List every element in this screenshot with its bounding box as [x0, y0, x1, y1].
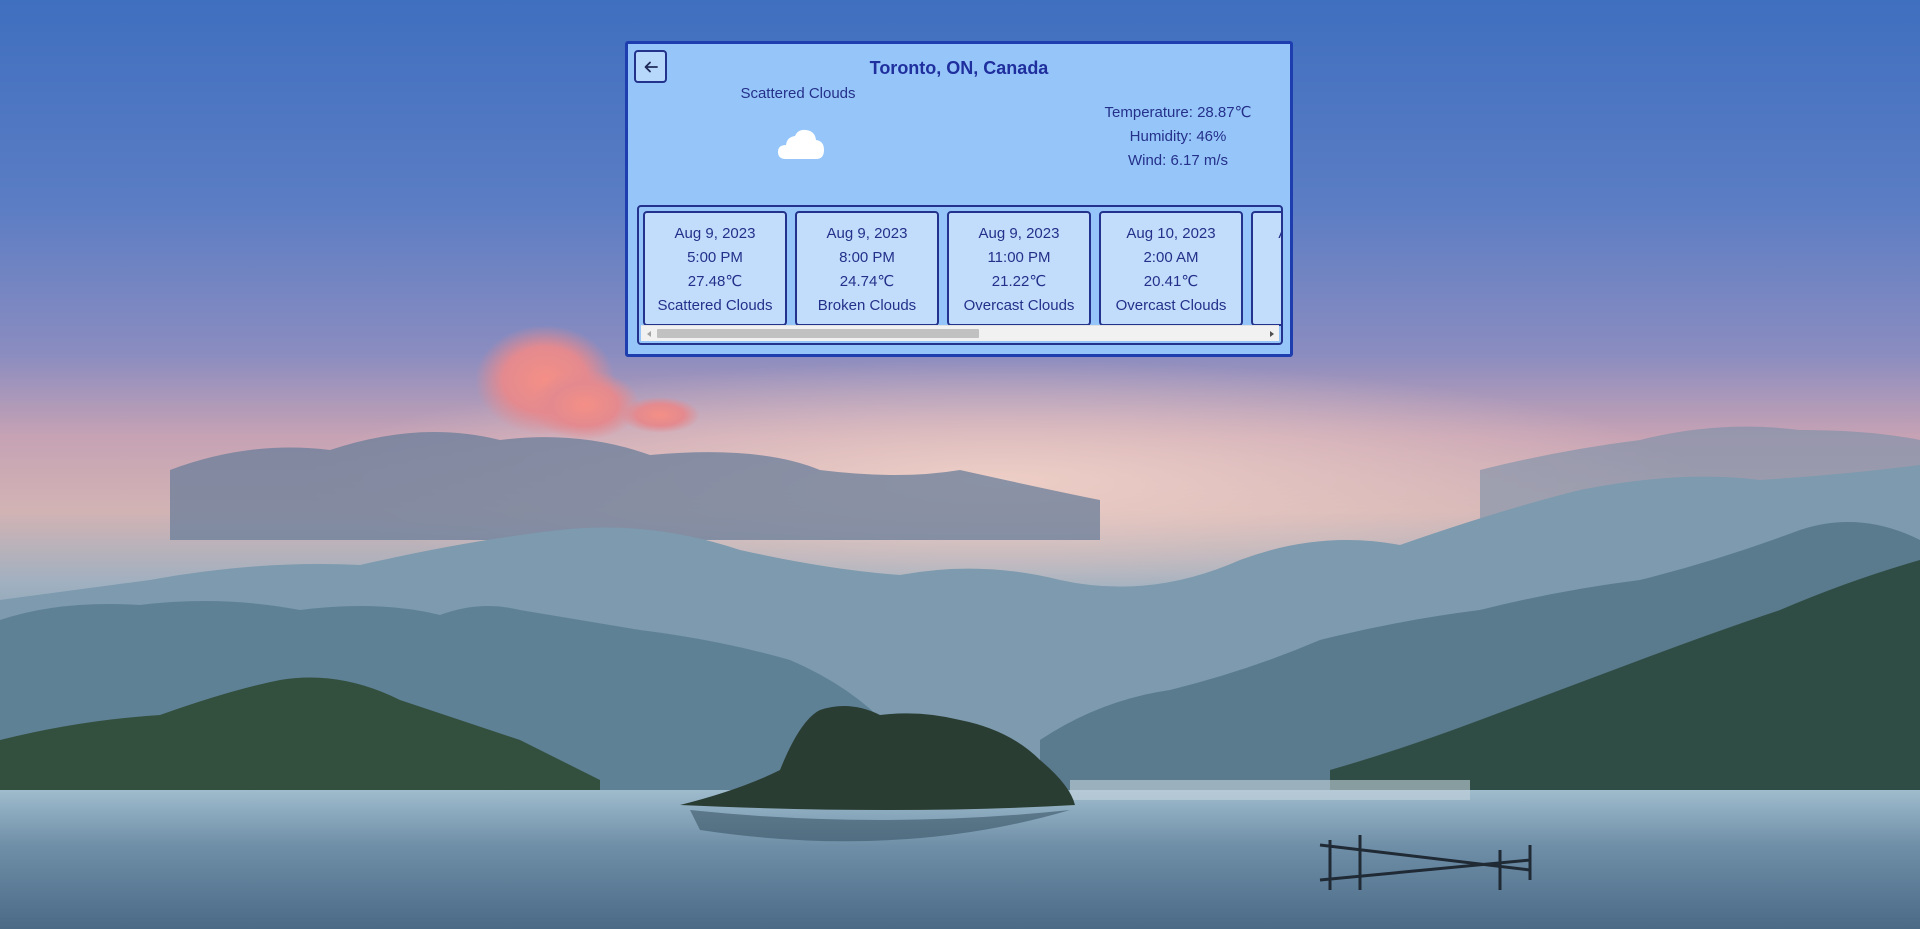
- forecast-temp: 20.41℃: [1143, 273, 1199, 290]
- forecast-scroller[interactable]: Aug 9, 2023 5:00 PM 27.48℃ Scattered Clo…: [637, 205, 1283, 345]
- forecast-time: 5:00 PM: [687, 249, 743, 266]
- forecast-condition: Overcast Clouds: [1115, 297, 1227, 314]
- temperature-value: Temperature: 28.87℃: [1104, 104, 1252, 121]
- forecast-date: Aug 9, 2023: [674, 225, 756, 242]
- forecast-temp: 21.22℃: [991, 273, 1047, 290]
- forecast-condition: Scattered Clouds: [657, 297, 773, 314]
- scroll-left-arrow[interactable]: [641, 326, 656, 341]
- humidity-value: Humidity: 46%: [1129, 128, 1227, 145]
- current-condition: Scattered Clouds: [740, 85, 856, 102]
- triangle-left-icon: [646, 330, 651, 337]
- forecast-temp: 27.48℃: [687, 273, 743, 290]
- wind-value: Wind: 6.17 m/s: [1127, 152, 1229, 169]
- forecast-item: Aug 10, 2023 2:00 AM 20.41℃ Overcast Clo…: [1099, 211, 1243, 326]
- weather-card: Toronto, ON, Canada Scattered Clouds Tem…: [625, 41, 1293, 357]
- current-stats: Temperature: 28.87℃ Humidity: 46% Wind: …: [1048, 101, 1308, 173]
- forecast-date: Aug 9, 2023: [826, 225, 908, 242]
- forecast-condition: Overcast Clouds: [963, 297, 1075, 314]
- location-title: Toronto, ON, Canada: [869, 58, 1049, 78]
- cloud-icon: [778, 129, 824, 159]
- forecast-item: Aug 10, 2023: [1251, 211, 1281, 326]
- scrollbar-thumb[interactable]: [657, 329, 979, 338]
- forecast-time: 8:00 PM: [839, 249, 895, 266]
- forecast-item: Aug 9, 2023 5:00 PM 27.48℃ Scattered Clo…: [643, 211, 787, 326]
- forecast-condition: Broken Clouds: [817, 297, 917, 314]
- horizontal-scrollbar[interactable]: [641, 325, 1279, 341]
- forecast-item: Aug 9, 2023 11:00 PM 21.22℃ Overcast Clo…: [947, 211, 1091, 326]
- forecast-date: Aug 9, 2023: [978, 225, 1060, 242]
- scroll-right-arrow[interactable]: [1264, 326, 1279, 341]
- forecast-time: 11:00 PM: [987, 249, 1051, 266]
- forecast-item: Aug 9, 2023 8:00 PM 24.74℃ Broken Clouds: [795, 211, 939, 326]
- forecast-date: Aug 10, 2023: [1253, 222, 1281, 246]
- forecast-date: Aug 10, 2023: [1126, 225, 1216, 242]
- forecast-list: Aug 9, 2023 5:00 PM 27.48℃ Scattered Clo…: [643, 211, 1281, 328]
- triangle-right-icon: [1269, 330, 1274, 337]
- forecast-time: 2:00 AM: [1143, 249, 1199, 266]
- forecast-temp: 24.74℃: [839, 273, 895, 290]
